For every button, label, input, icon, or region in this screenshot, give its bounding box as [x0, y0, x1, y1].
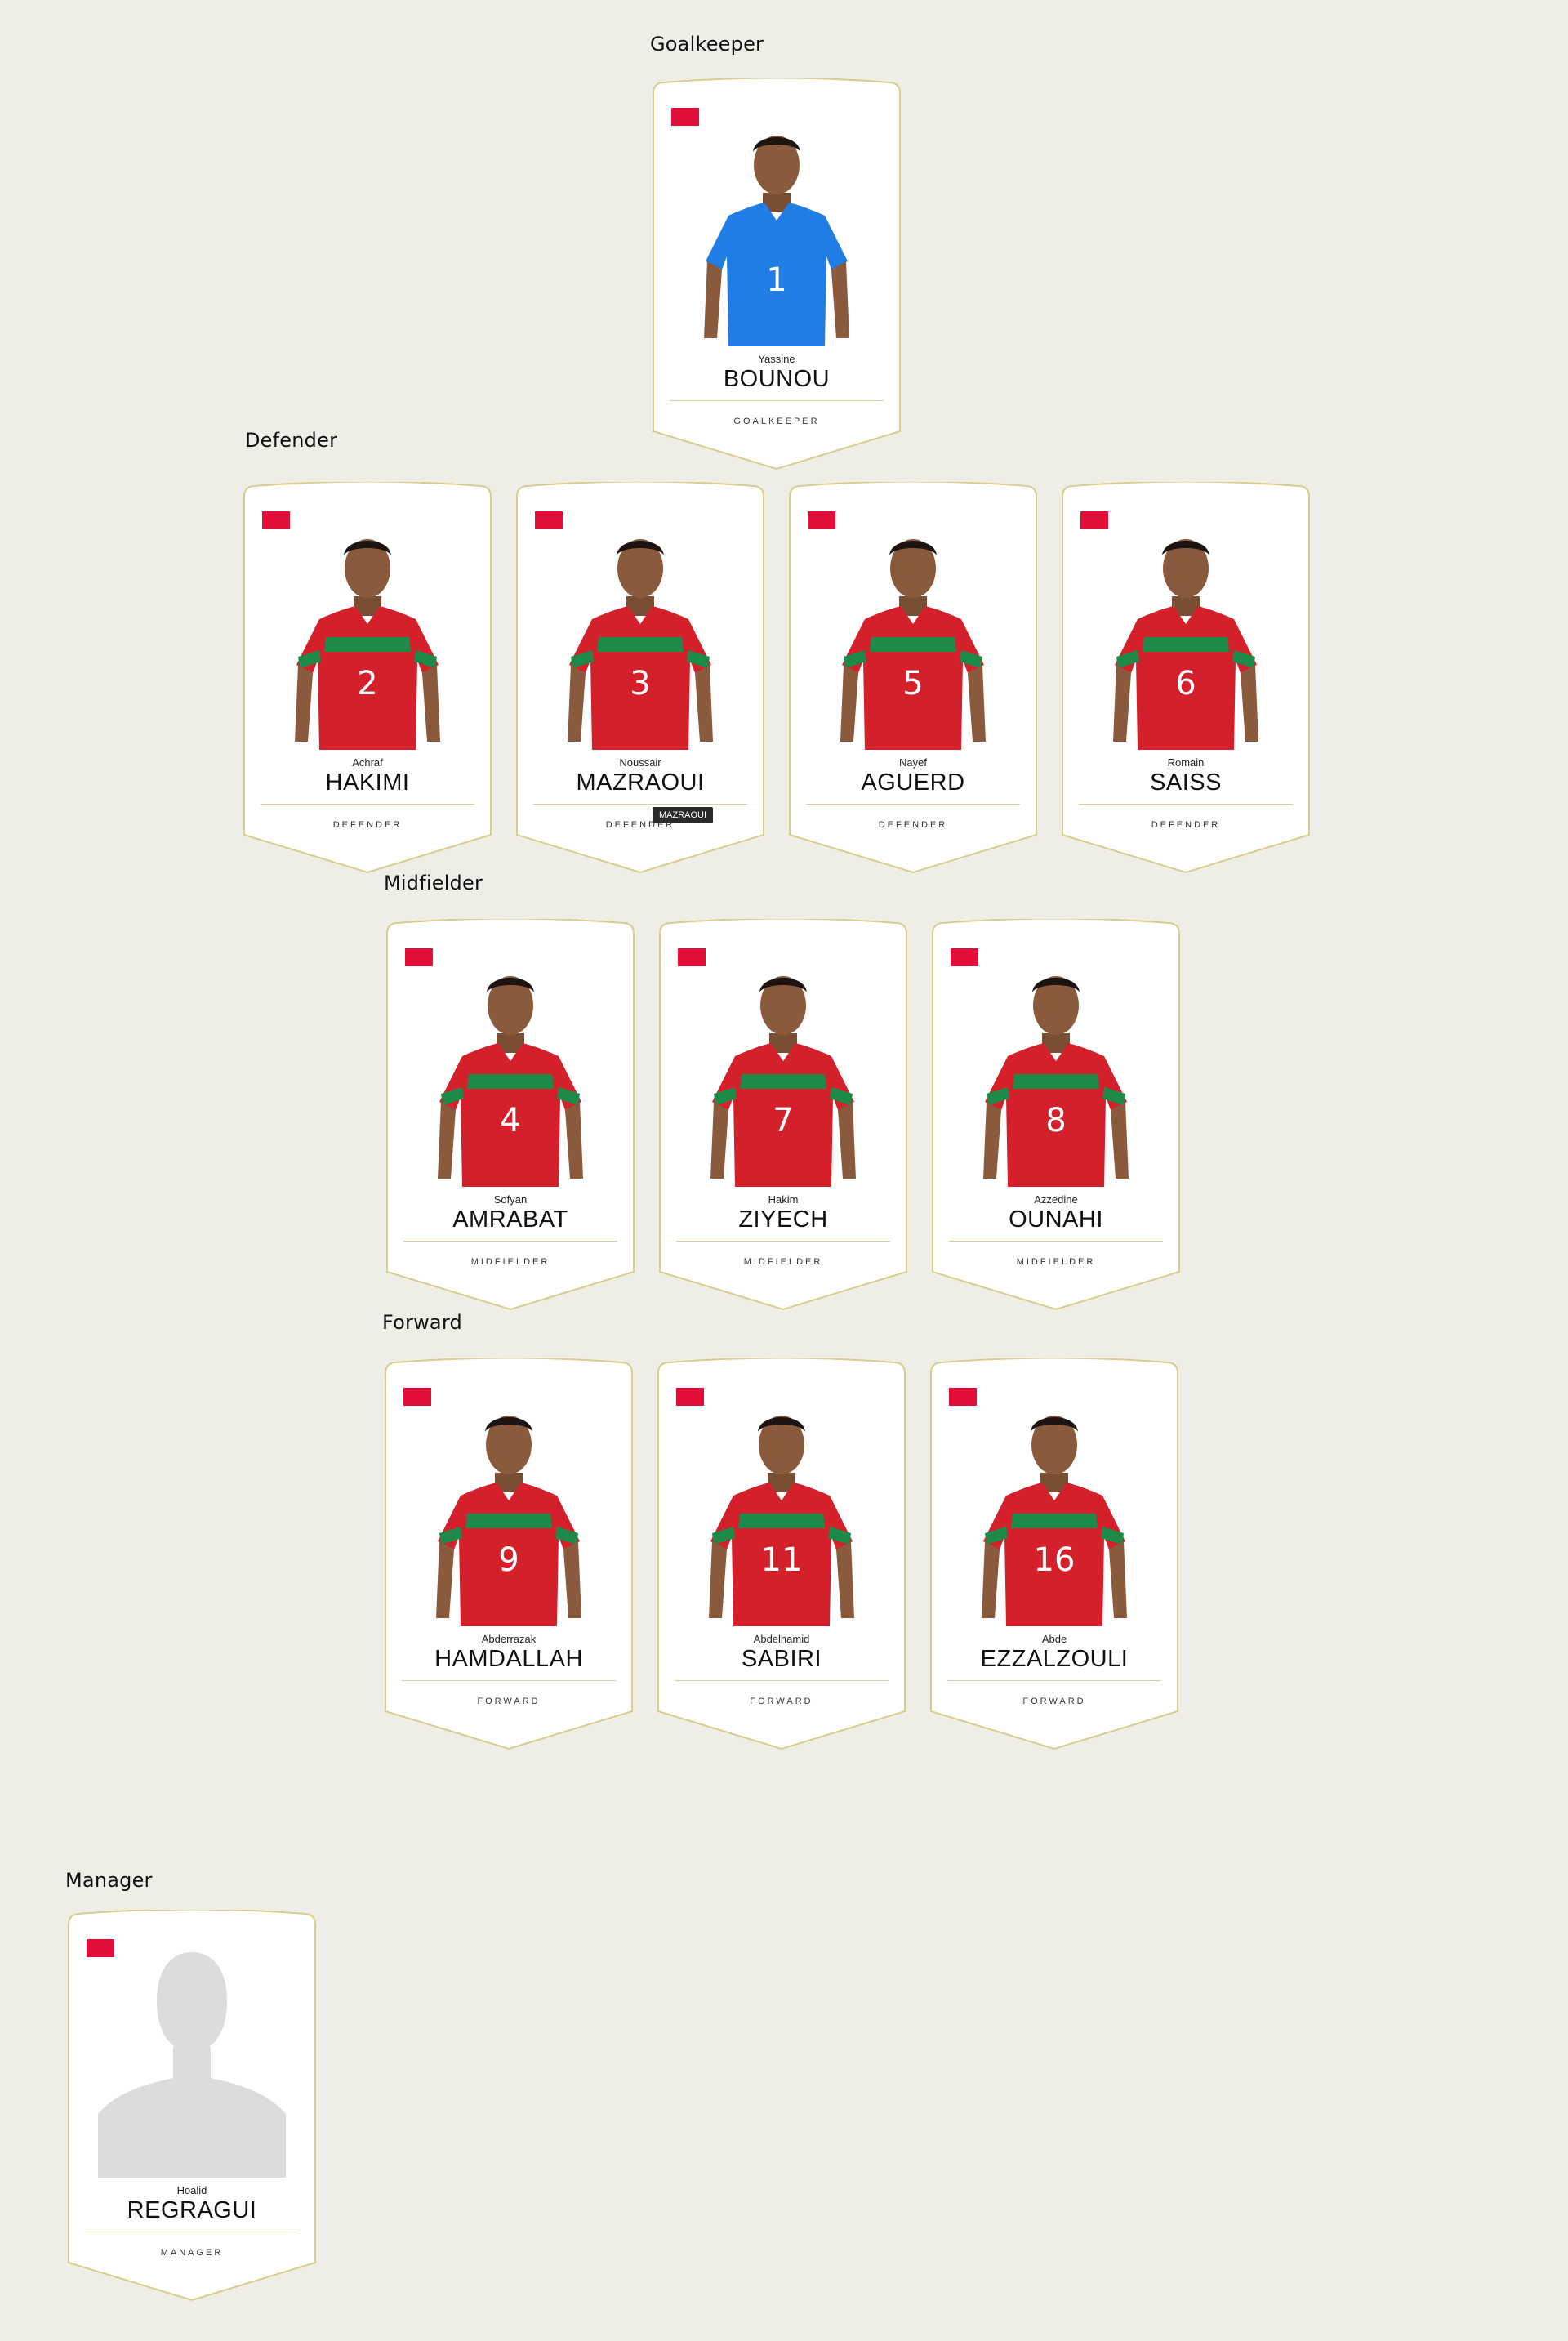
svg-text:2: 2 — [357, 665, 377, 702]
player-photo: 3 — [514, 505, 767, 750]
player-card[interactable]: 4 Sofyan AMRABAT MIDFIELDER — [384, 919, 637, 1313]
svg-text:16: 16 — [1034, 1541, 1076, 1579]
player-role: GOALKEEPER — [733, 417, 820, 426]
player-first-name: Hoalid — [176, 2184, 207, 2196]
player-photo: 8 — [929, 942, 1183, 1187]
player-card[interactable]: 7 Hakim ZIYECH MIDFIELDER — [657, 919, 910, 1313]
player-last-name: ZIYECH — [738, 1206, 828, 1233]
player-card[interactable]: 9 Abderrazak HAMDALLAH FORWARD — [382, 1358, 635, 1752]
card-divider — [947, 1680, 1161, 1681]
player-last-name: HAKIMI — [325, 769, 410, 796]
player-role: DEFENDER — [605, 820, 675, 830]
player-role: FORWARD — [477, 1697, 541, 1706]
svg-text:6: 6 — [1175, 665, 1196, 702]
player-first-name: Abderrazak — [481, 1633, 537, 1645]
player-role: FORWARD — [750, 1697, 813, 1706]
player-first-name: Azzedine — [1034, 1193, 1078, 1206]
player-first-name: Achraf — [352, 756, 383, 769]
player-first-name: Romain — [1167, 756, 1205, 769]
name-tooltip: MAZRAOUI — [653, 807, 714, 823]
row-goalkeeper: 1 Yassine BOUNOU GOALKEEPER — [650, 78, 903, 472]
section-title-midfielder: Midfielder — [384, 872, 483, 894]
player-card[interactable]: 6 Romain SAISS DEFENDER — [1059, 482, 1312, 876]
card-divider — [533, 804, 747, 805]
player-photo: 5 — [786, 505, 1040, 750]
player-last-name: EZZALZOULI — [980, 1646, 1129, 1672]
player-role: DEFENDER — [1151, 820, 1221, 830]
player-card[interactable]: 1 Yassine BOUNOU GOALKEEPER — [650, 78, 903, 472]
player-photo: 4 — [384, 942, 637, 1187]
svg-text:3: 3 — [630, 665, 650, 702]
player-first-name: Hakim — [768, 1193, 799, 1206]
player-first-name: Abde — [1041, 1633, 1067, 1645]
row-forward: 9 Abderrazak HAMDALLAH FORWARD 11 Abdelhamid S… — [382, 1358, 1181, 1752]
player-first-name: Nayef — [899, 756, 927, 769]
player-last-name: SAISS — [1150, 769, 1222, 796]
player-first-name: Abdelhamid — [753, 1633, 810, 1645]
player-card[interactable]: 8 Azzedine OUNAHI MIDFIELDER — [929, 919, 1183, 1313]
player-card[interactable]: 5 Nayef AGUERD DEFENDER — [786, 482, 1040, 876]
svg-text:7: 7 — [773, 1102, 793, 1139]
player-card[interactable]: 2 Achraf HAKIMI DEFENDER — [241, 482, 494, 876]
player-photo: 9 — [382, 1381, 635, 1626]
player-last-name: SABIRI — [741, 1646, 822, 1672]
player-first-name: Yassine — [758, 353, 795, 365]
player-role: DEFENDER — [332, 820, 403, 830]
card-divider — [670, 400, 884, 401]
player-card[interactable]: Hoalid REGRAGUI MANAGER — [65, 1910, 318, 2303]
svg-text:5: 5 — [902, 665, 923, 702]
card-divider — [402, 1680, 616, 1681]
player-role: MANAGER — [160, 2248, 224, 2258]
row-manager: Hoalid REGRAGUI MANAGER — [65, 1910, 318, 2303]
player-photo: 16 — [928, 1381, 1181, 1626]
player-role: DEFENDER — [878, 820, 948, 830]
player-photo: 1 — [650, 101, 903, 346]
player-photo: 2 — [241, 505, 494, 750]
card-divider — [949, 1241, 1163, 1242]
player-photo: 7 — [657, 942, 910, 1187]
player-last-name: OUNAHI — [1009, 1206, 1103, 1233]
svg-text:9: 9 — [498, 1541, 519, 1579]
player-last-name: AMRABAT — [452, 1206, 568, 1233]
card-divider — [676, 1241, 890, 1242]
svg-text:4: 4 — [500, 1102, 520, 1139]
player-role: FORWARD — [1022, 1697, 1086, 1706]
section-title-defender: Defender — [245, 429, 338, 452]
player-last-name: BOUNOU — [723, 366, 831, 392]
player-last-name: MAZRAOUI — [576, 769, 705, 796]
player-role: MIDFIELDER — [470, 1257, 550, 1267]
player-first-name: Sofyan — [493, 1193, 528, 1206]
player-last-name: AGUERD — [861, 769, 965, 796]
player-photo — [65, 1933, 318, 2178]
svg-text:8: 8 — [1045, 1102, 1066, 1139]
player-last-name: HAMDALLAH — [434, 1646, 583, 1672]
player-photo: 6 — [1059, 505, 1312, 750]
section-title-goalkeeper: Goalkeeper — [650, 33, 764, 56]
row-midfielder: 4 Sofyan AMRABAT MIDFIELDER 7 Hakim ZIYECH MIDF… — [384, 919, 1183, 1313]
card-divider — [403, 1241, 617, 1242]
player-card[interactable]: 16 Abde EZZALZOULI FORWARD — [928, 1358, 1181, 1752]
svg-text:11: 11 — [761, 1541, 803, 1579]
section-title-manager: Manager — [65, 1869, 153, 1892]
player-card[interactable]: 11 Abdelhamid SABIRI FORWARD — [655, 1358, 908, 1752]
player-role: MIDFIELDER — [743, 1257, 823, 1267]
player-first-name: Noussair — [619, 756, 662, 769]
card-divider — [806, 804, 1020, 805]
player-card[interactable]: 3 Noussair MAZRAOUI DEFENDER MAZRAOUI — [514, 482, 767, 876]
section-title-forward: Forward — [382, 1311, 462, 1334]
player-role: MIDFIELDER — [1016, 1257, 1096, 1267]
card-divider — [261, 804, 474, 805]
player-photo: 11 — [655, 1381, 908, 1626]
card-divider — [675, 1680, 889, 1681]
row-defender: 2 Achraf HAKIMI DEFENDER 3 Noussair MAZRAOUI DE… — [241, 482, 1312, 876]
card-divider — [1079, 804, 1293, 805]
svg-text:1: 1 — [766, 261, 786, 299]
player-last-name: REGRAGUI — [127, 2197, 257, 2223]
